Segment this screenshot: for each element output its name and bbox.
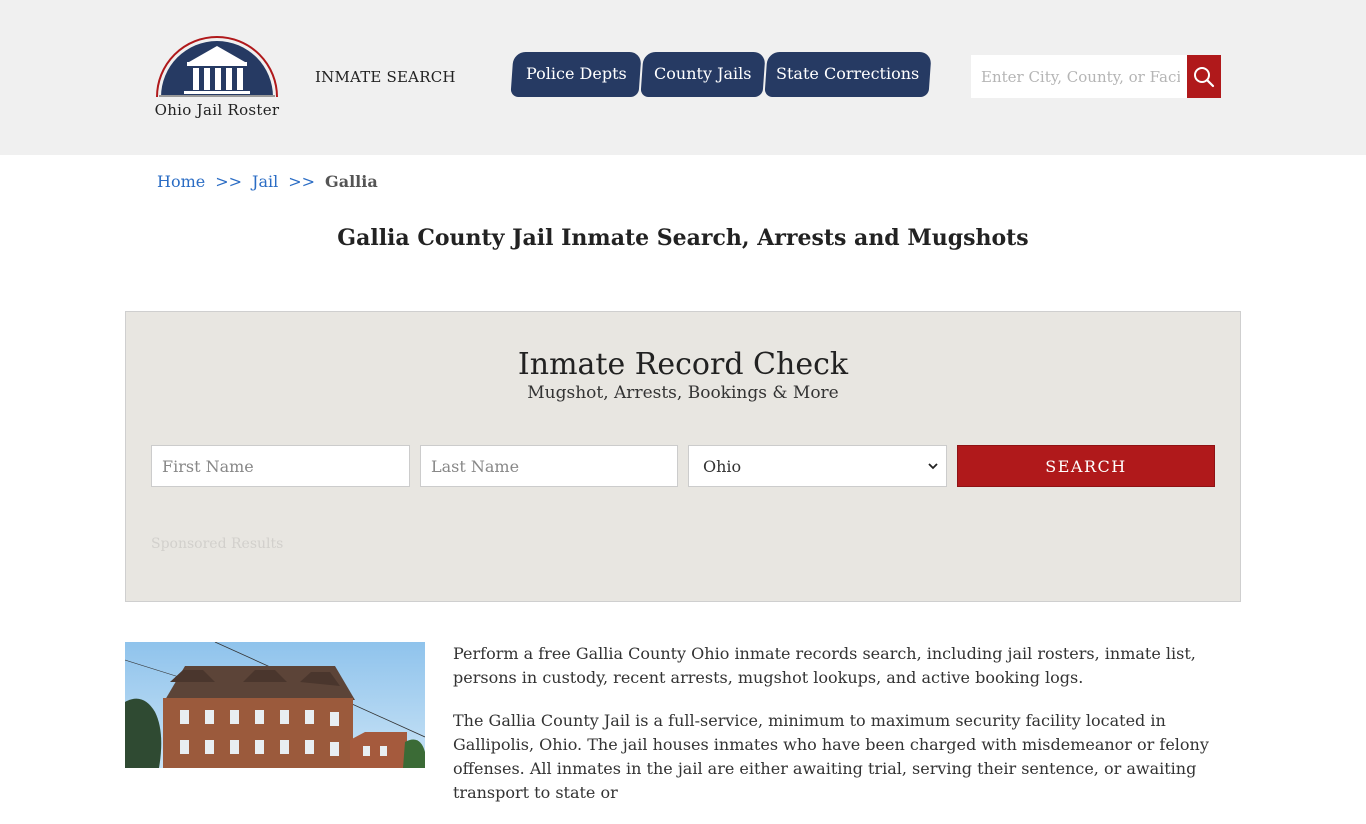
nav-tab-label: County Jails xyxy=(654,64,752,83)
record-check-title: Inmate Record Check xyxy=(517,347,849,382)
nav-tab-police-depts[interactable]: Police Depts xyxy=(510,52,642,97)
breadcrumb-jail[interactable]: Jail xyxy=(252,172,278,191)
inmate-search-button[interactable]: SEARCH xyxy=(957,445,1215,487)
site-search-button[interactable] xyxy=(1187,55,1221,98)
breadcrumb: Home >> Jail >> Gallia xyxy=(157,172,378,191)
site-search xyxy=(971,55,1221,98)
chevron-down-icon xyxy=(928,463,938,470)
site-logo[interactable]: Ohio Jail Roster xyxy=(146,34,288,124)
search-icon xyxy=(1194,66,1215,87)
last-name-input[interactable] xyxy=(420,445,678,487)
sponsored-results-label: Sponsored Results xyxy=(151,536,284,552)
breadcrumb-separator: >> xyxy=(288,172,316,191)
record-check-subtitle: Mugshot, Arrests, Bookings & More xyxy=(527,383,839,403)
facility-paragraph: The Gallia County Jail is a full-service… xyxy=(453,711,1209,802)
site-search-input[interactable] xyxy=(971,55,1188,98)
breadcrumb-separator: >> xyxy=(215,172,243,191)
intro-paragraph: Perform a free Gallia County Ohio inmate… xyxy=(453,644,1196,687)
page-title: Gallia County Jail Inmate Search, Arrest… xyxy=(337,225,1029,251)
state-select-value: Ohio xyxy=(703,456,742,476)
state-select[interactable]: Ohio xyxy=(688,445,947,487)
jail-building-photo xyxy=(125,642,425,768)
breadcrumb-home[interactable]: Home xyxy=(157,172,205,191)
logo-wordmark: Ohio Jail Roster xyxy=(154,101,280,119)
inmate-search-link[interactable]: INMATE SEARCH xyxy=(315,68,456,86)
first-name-input[interactable] xyxy=(151,445,410,487)
courthouse-logo-icon xyxy=(156,36,278,98)
nav-tab-label: State Corrections xyxy=(776,64,920,83)
nav-tab-state-corrections[interactable]: State Corrections xyxy=(764,52,932,97)
nav-tab-county-jails[interactable]: County Jails xyxy=(640,52,766,97)
jail-description: Perform a free Gallia County Ohio inmate… xyxy=(453,642,1243,824)
site-header: Ohio Jail Roster INMATE SEARCH Police De… xyxy=(0,0,1366,155)
inmate-record-check-panel: Inmate Record Check Mugshot, Arrests, Bo… xyxy=(125,311,1241,602)
nav-tab-label: Police Depts xyxy=(525,64,627,83)
breadcrumb-current: Gallia xyxy=(325,172,378,191)
